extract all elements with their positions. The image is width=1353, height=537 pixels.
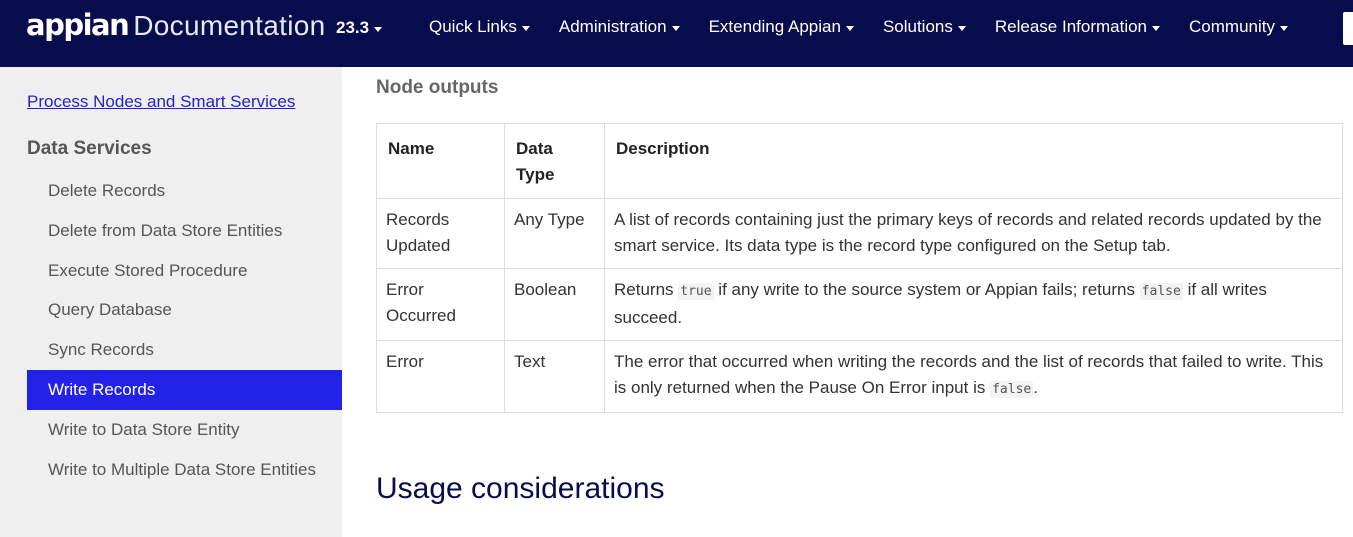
version-selector[interactable]: 23.3 bbox=[336, 18, 383, 38]
table-header-row: Name Data Type Description bbox=[376, 123, 1343, 199]
sidebar-item-execute-stored-procedure[interactable]: Execute Stored Procedure bbox=[27, 251, 342, 291]
cell-data-type: Text bbox=[504, 340, 605, 413]
sidebar-list: Delete Records Delete from Data Store Ent… bbox=[27, 171, 342, 489]
nav-release-information[interactable]: Release Information bbox=[994, 17, 1161, 37]
header-data-type: Data Type bbox=[504, 123, 605, 199]
inline-code: false bbox=[990, 380, 1034, 398]
sidebar-section-title: Data Services bbox=[27, 138, 152, 159]
description-text: . bbox=[1033, 377, 1038, 397]
sidebar-parent-link[interactable]: Process Nodes and Smart Services bbox=[27, 92, 295, 112]
description-text: The error that occurred when writing the… bbox=[614, 352, 1324, 397]
sidebar-item-write-records[interactable]: Write Records bbox=[27, 369, 342, 410]
cell-name: Error bbox=[376, 340, 505, 413]
description-text: if any write to the source system or App… bbox=[713, 280, 1140, 299]
chevron-down-icon bbox=[374, 26, 383, 32]
chevron-down-icon bbox=[671, 25, 680, 31]
chevron-down-icon bbox=[957, 25, 966, 31]
description-text: A list of records containing just the pr… bbox=[614, 210, 1322, 255]
description-text: Returns bbox=[614, 280, 679, 299]
table-row: Error Text The error that occurred when wr… bbox=[376, 340, 1343, 413]
nav-label: Solutions bbox=[882, 17, 953, 36]
version-label: 23.3 bbox=[336, 18, 370, 37]
nav-extending-appian[interactable]: Extending Appian bbox=[709, 17, 854, 37]
search-input[interactable] bbox=[1343, 12, 1353, 45]
cell-name: Records Updated bbox=[376, 198, 505, 269]
nav-quick-links[interactable]: Quick Links bbox=[429, 17, 530, 37]
cell-data-type: Any Type bbox=[504, 198, 605, 269]
cell-name: Error Occurred bbox=[376, 268, 505, 341]
cell-description: The error that occurred when writing the… bbox=[604, 340, 1343, 413]
header-description: Description bbox=[604, 123, 1343, 199]
main-nav: Quick Links Administration Extending App… bbox=[429, 17, 1317, 37]
table-row: Error Occurred Boolean Returns true if any… bbox=[376, 268, 1343, 341]
logo-brand: appian bbox=[26, 8, 130, 42]
chevron-down-icon bbox=[1152, 25, 1161, 31]
cell-description: Returns true if any write to the source … bbox=[604, 268, 1343, 341]
nav-label: Quick Links bbox=[429, 17, 517, 36]
cell-description: A list of records containing just the pr… bbox=[604, 198, 1343, 269]
nav-solutions[interactable]: Solutions bbox=[883, 17, 966, 37]
chevron-down-icon bbox=[845, 25, 854, 31]
inline-code: false bbox=[1139, 283, 1183, 300]
logo-product: Documentation bbox=[133, 10, 326, 41]
sidebar-item-sync-records[interactable]: Sync Records bbox=[27, 330, 342, 370]
sidebar-item-delete-records[interactable]: Delete Records bbox=[27, 171, 342, 211]
nav-label: Community bbox=[1189, 17, 1275, 36]
nav-label: Release Information bbox=[994, 17, 1148, 36]
nav-community[interactable]: Community bbox=[1189, 17, 1288, 37]
sidebar-item-write-to-data-store-entity[interactable]: Write to Data Store Entity bbox=[27, 410, 342, 450]
top-navigation-bar: appian Documentation 23.3 Quick Links Ad… bbox=[0, 0, 1353, 67]
table-row: Records Updated Any Type A list of records… bbox=[376, 198, 1343, 269]
chevron-down-icon bbox=[1279, 25, 1288, 31]
nav-label: Extending Appian bbox=[708, 17, 841, 36]
sidebar: Process Nodes and Smart Services Data Se… bbox=[0, 67, 342, 537]
node-outputs-heading: Node outputs bbox=[376, 77, 499, 98]
chevron-down-icon bbox=[521, 25, 530, 31]
nav-administration[interactable]: Administration bbox=[559, 17, 680, 37]
cell-data-type: Boolean bbox=[504, 268, 605, 341]
appian-documentation-logo[interactable]: appian Documentation bbox=[26, 8, 325, 48]
nav-label: Administration bbox=[558, 17, 667, 36]
inline-code: true bbox=[678, 283, 714, 300]
usage-considerations-heading: Usage considerations bbox=[376, 472, 665, 505]
header-name: Name bbox=[376, 123, 505, 199]
sidebar-item-query-database[interactable]: Query Database bbox=[27, 290, 342, 330]
sidebar-item-write-to-multiple-data-store-entities[interactable]: Write to Multiple Data Store Entities bbox=[27, 450, 342, 490]
node-outputs-table: Name Data Type Description Records Updat… bbox=[376, 123, 1343, 413]
sidebar-item-delete-from-data-store-entities[interactable]: Delete from Data Store Entities bbox=[27, 211, 342, 251]
